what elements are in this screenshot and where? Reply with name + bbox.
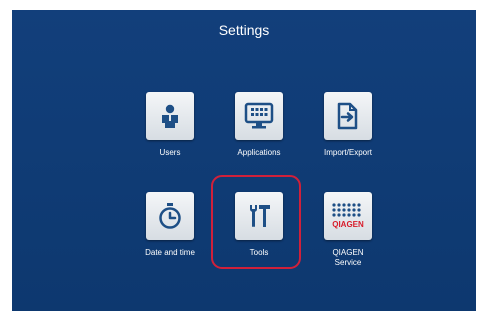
users-button[interactable] [146, 92, 194, 140]
qiagen-service-label: QIAGEN Service [332, 248, 364, 267]
qiagen-service-tile[interactable]: QIAGEN QIAGEN Service [303, 192, 393, 272]
applications-tile[interactable]: Applications [214, 92, 304, 172]
users-tile[interactable]: Users [125, 92, 215, 172]
timer-icon [159, 203, 181, 229]
document-import-icon [337, 102, 358, 130]
user-icon [162, 104, 178, 128]
page-title: Settings [218, 22, 270, 38]
import-export-button[interactable] [324, 92, 372, 140]
svg-text:QIAGEN: QIAGEN [332, 220, 364, 229]
import-export-label: Import/Export [323, 148, 372, 157]
date-time-tile[interactable]: Date and time [125, 192, 215, 272]
users-label: Users [159, 148, 181, 157]
import-export-tile[interactable]: Import/Export [303, 92, 393, 172]
applications-label: Applications [237, 148, 281, 157]
applications-button[interactable] [235, 92, 283, 140]
date-time-label: Date and time [145, 248, 195, 257]
qiagen-logo: QIAGEN [332, 203, 364, 229]
qiagen-service-button[interactable]: QIAGEN [324, 192, 372, 240]
tools-highlight-outline [211, 175, 301, 269]
date-time-button[interactable] [146, 192, 194, 240]
monitor-icon [244, 102, 274, 129]
